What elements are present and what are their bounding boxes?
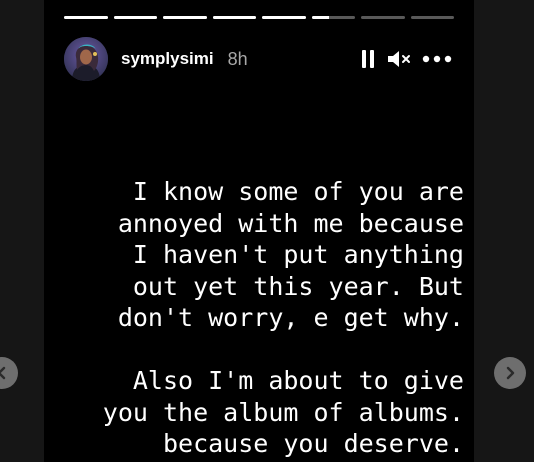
pause-icon [362, 50, 374, 68]
progress-segment-fill [113, 16, 157, 19]
progress-segment-fill [212, 16, 256, 19]
post-time: 8h [227, 48, 248, 69]
muted-speaker-icon [388, 51, 410, 67]
story-text-line: because you deserve. [162, 429, 464, 458]
progress-segment [163, 16, 207, 19]
story-frame[interactable]: symplysimi 8h I know some of you are ann… [44, 0, 474, 462]
progress-segment [212, 16, 256, 19]
story-viewer: symplysimi 8h I know some of you are ann… [0, 0, 534, 462]
more-options-button[interactable] [422, 46, 452, 72]
progress-segment [410, 16, 454, 19]
progress-segment [311, 16, 355, 19]
username[interactable]: symplysimi [121, 49, 214, 69]
story-text-line: I haven't put anything [132, 240, 464, 269]
more-options-icon [422, 55, 452, 63]
story-progress-bar [64, 16, 454, 19]
progress-segment-fill [262, 16, 306, 19]
story-text-gap [44, 334, 464, 366]
progress-segment-fill [311, 16, 329, 19]
previous-story-button[interactable] [0, 357, 18, 389]
story-controls [360, 46, 452, 72]
story-text-line: don't worry, e get why. [117, 303, 464, 332]
story-text-line: I know some of you are [132, 177, 464, 206]
story-text-line: out yet this year. But [132, 271, 464, 301]
progress-segment [64, 16, 108, 19]
pause-button[interactable] [360, 46, 376, 72]
progress-segment [262, 16, 306, 19]
story-text-line: you the album of albums. [102, 397, 464, 427]
progress-segment-fill [163, 16, 207, 19]
chevron-right-icon [506, 366, 515, 380]
story-header: symplysimi 8h [64, 36, 454, 82]
mute-button[interactable] [386, 46, 412, 72]
story-text-line: Also I'm about to give [132, 366, 464, 395]
avatar[interactable] [64, 37, 108, 81]
next-story-button[interactable] [494, 357, 526, 389]
chevron-left-icon [0, 366, 6, 380]
story-text: I know some of you are annoyed with me be… [44, 176, 464, 460]
progress-segment [361, 16, 405, 19]
progress-segment [113, 16, 157, 19]
story-text-line: annoyed with me because [117, 208, 464, 238]
progress-segment-fill [64, 16, 108, 19]
